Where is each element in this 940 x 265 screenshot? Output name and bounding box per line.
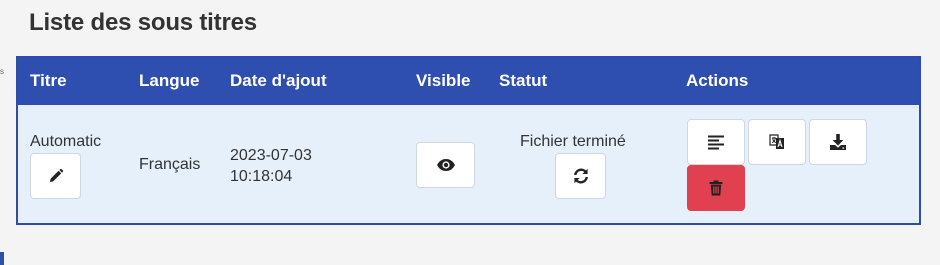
added-date: 2023-07-03: [230, 147, 312, 164]
align-left-icon: [708, 135, 724, 150]
column-header-date: Date d'ajout: [230, 71, 327, 90]
subtitle-language: Français: [139, 156, 201, 173]
eye-icon: [436, 159, 455, 171]
table-header: Titre Langue Date d'ajout Visible Statut…: [18, 58, 919, 105]
delete-button[interactable]: [687, 165, 745, 211]
translate-button[interactable]: [748, 119, 806, 165]
translate-icon: [769, 134, 784, 149]
subtitles-table: Titre Langue Date d'ajout Visible Statut…: [16, 56, 921, 225]
column-header-statut: Statut: [499, 71, 548, 90]
download-icon: [830, 134, 846, 150]
column-header-actions: Actions: [686, 71, 749, 90]
side-mark: s: [0, 67, 4, 76]
refresh-icon: [573, 168, 588, 184]
added-time: 10:18:04: [230, 168, 293, 185]
column-header-langue: Langue: [139, 71, 200, 90]
column-header-visible: Visible: [416, 71, 471, 90]
view-text-button[interactable]: [687, 119, 745, 165]
page-title: Liste des sous titres: [29, 9, 257, 36]
download-button[interactable]: [809, 119, 867, 165]
edit-title-button[interactable]: [30, 153, 81, 199]
pencil-icon: [49, 168, 63, 182]
refresh-status-button[interactable]: [555, 153, 606, 199]
subtitle-title: Automatic: [30, 133, 102, 150]
left-edge-indicator: [0, 252, 4, 265]
toggle-visible-button[interactable]: [416, 142, 475, 188]
column-header-titre: Titre: [30, 71, 67, 90]
subtitle-status: Fichier terminé: [520, 133, 626, 150]
trash-icon: [709, 180, 723, 196]
